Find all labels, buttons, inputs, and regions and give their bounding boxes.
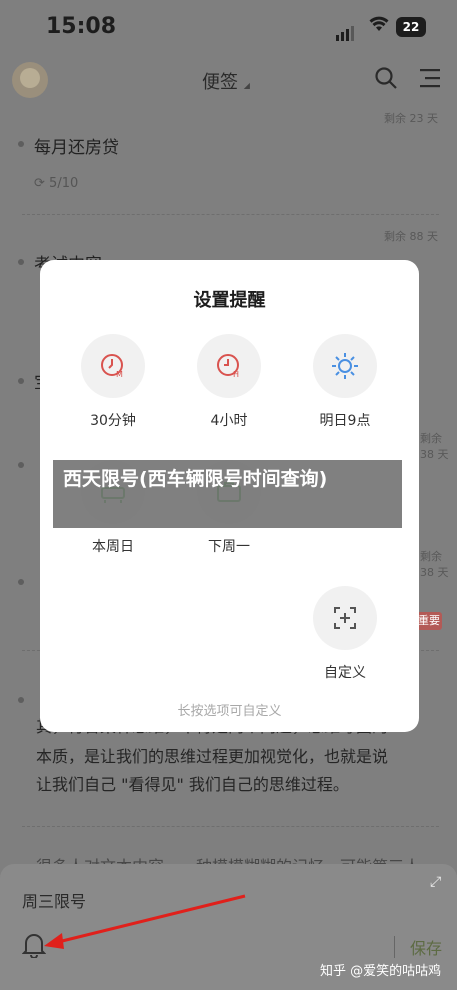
note-remain: 剩余 38 天 — [420, 550, 449, 579]
reminder-option-label: 自定义 — [324, 665, 366, 681]
note-subtask: ⟳ 5/10 — [34, 176, 78, 191]
plus-square-icon — [313, 586, 377, 650]
wifi-icon — [369, 16, 389, 36]
reminder-option-label: 4小时 — [210, 413, 248, 429]
note-bullet — [18, 141, 24, 147]
sun-icon — [313, 334, 377, 398]
reminder-option-custom[interactable]: 自定义 — [290, 586, 400, 682]
reminder-option-label: 下周一 — [208, 539, 250, 555]
clock-4h-icon: H — [197, 334, 261, 398]
note-remain: 剩余 88 天 — [384, 230, 438, 243]
dialog-title: 设置提醒 — [193, 290, 266, 311]
banner-text: 西天限号(西车辆限号时间查询) — [63, 468, 328, 490]
important-tag: 重要 — [416, 612, 442, 630]
page-title[interactable]: 便签 ◢ — [202, 68, 250, 94]
expand-icon[interactable]: ⤢ — [430, 874, 441, 890]
page-title-text: 便签 — [202, 72, 238, 93]
note-title[interactable]: 每月还房贷 — [34, 133, 119, 158]
status-time: 15:08 — [46, 14, 117, 39]
battery-indicator: 22 — [396, 17, 426, 37]
repeat-icon: ⟳ — [34, 176, 45, 191]
status-bar: 15:08 22 — [0, 0, 457, 56]
reminder-option-4h[interactable]: H 4小时 — [174, 334, 284, 430]
annotation-arrow — [44, 894, 246, 949]
reminder-option-30min[interactable]: M 30分钟 — [58, 334, 168, 430]
menu-icon[interactable] — [420, 68, 442, 94]
dialog-hint: 长按选项可自定义 — [177, 704, 282, 719]
svg-text:H: H — [233, 370, 239, 379]
note-subtask-count: 5/10 — [49, 176, 79, 191]
note-remain: 剩余 38 天 — [420, 432, 449, 461]
watermark: 知乎 @爱笑的咕咕鸡 — [320, 964, 442, 979]
note-bullet — [18, 259, 24, 265]
dropdown-icon: ◢ — [243, 81, 250, 90]
divider — [394, 936, 395, 958]
reminder-option-label: 30分钟 — [90, 413, 136, 429]
note-paragraph-line: 让我们自己 "看得见" 我们自己的思维过程。 — [36, 775, 349, 794]
reminder-option-label: 明日9点 — [319, 413, 371, 429]
signal-icon — [336, 22, 356, 41]
save-button[interactable]: 保存 — [410, 935, 442, 959]
note-paragraph-line: 本质，是让我们的思维过程更加视觉化，也就是说 — [36, 747, 389, 766]
divider — [22, 214, 439, 215]
svg-text:M: M — [116, 370, 123, 379]
note-remain: 剩余 23 天 — [384, 112, 438, 125]
clock-30-icon: M — [81, 334, 145, 398]
avatar[interactable] — [12, 62, 48, 98]
note-bullet — [18, 579, 24, 585]
note-bullet — [18, 462, 24, 468]
search-icon[interactable] — [374, 66, 398, 96]
reminder-option-label: 本周日 — [92, 539, 134, 555]
divider — [22, 826, 439, 827]
note-bullet — [18, 378, 24, 384]
title-banner: 西天限号(西车辆限号时间查询) — [53, 460, 402, 528]
important-tag-text: 重要 — [418, 614, 440, 627]
note-bullet — [18, 697, 24, 703]
reminder-option-tomorrow[interactable]: 明日9点 — [290, 334, 400, 430]
